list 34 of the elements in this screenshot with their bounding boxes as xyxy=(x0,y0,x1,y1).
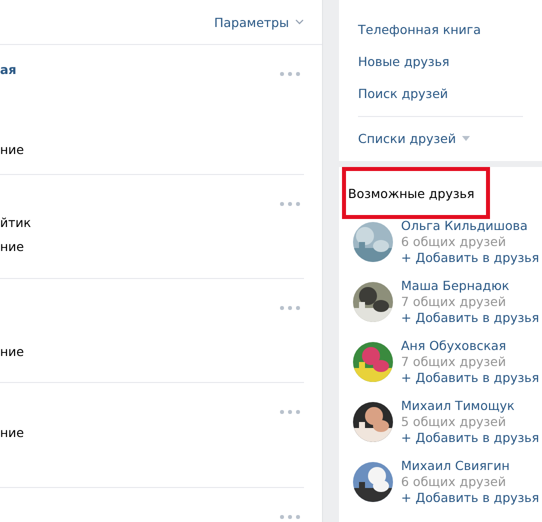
person-name[interactable]: Маша Бернадюк xyxy=(401,278,540,294)
person-name[interactable]: Михаил Тимощук xyxy=(401,398,540,414)
friend-action: ние xyxy=(0,142,24,158)
add-friend-link[interactable]: + Добавить в друзья xyxy=(401,310,540,326)
mutual-friends: 7 общих друзей xyxy=(401,294,507,310)
mutual-friends: 6 общих друзей xyxy=(401,474,507,490)
chevron-icon xyxy=(295,19,304,25)
params-button[interactable]: Параметры xyxy=(214,14,304,30)
mutual-friends: 6 общих друзей xyxy=(401,234,507,250)
friend-action: ние xyxy=(0,239,24,255)
friend-action: йтик xyxy=(0,215,32,231)
menu-item[interactable]: Новые друзья xyxy=(358,46,542,78)
person-name[interactable]: Михаил Свиягин xyxy=(401,458,540,474)
person-name[interactable]: Ольга Кильдишова xyxy=(401,218,540,234)
friend-name: ая xyxy=(0,62,16,78)
section-title: Возможные друзья xyxy=(342,167,490,219)
friend-action: ние xyxy=(0,344,24,360)
more-icon[interactable] xyxy=(280,410,300,414)
friend-action: ние xyxy=(0,425,24,441)
more-icon[interactable] xyxy=(280,72,300,76)
person-name[interactable]: Аня Обуховская xyxy=(401,338,540,354)
more-icon[interactable] xyxy=(280,202,300,206)
add-friend-link[interactable]: + Добавить в друзья xyxy=(401,250,540,266)
more-icon[interactable] xyxy=(280,515,300,519)
caret-icon xyxy=(462,136,470,141)
add-friend-link[interactable]: + Добавить в друзья xyxy=(401,430,540,446)
mutual-friends: 5 общих друзей xyxy=(401,414,507,430)
add-friend-link[interactable]: + Добавить в друзья xyxy=(401,490,540,506)
menu-item[interactable]: Телефонная книга xyxy=(358,14,542,46)
mutual-friends: 7 общих друзей xyxy=(401,354,507,370)
add-friend-link[interactable]: + Добавить в друзья xyxy=(401,370,540,386)
lists-dropdown[interactable]: Списки друзей xyxy=(358,117,542,160)
menu-item[interactable]: Поиск друзей xyxy=(358,78,542,110)
more-icon[interactable] xyxy=(280,306,300,310)
